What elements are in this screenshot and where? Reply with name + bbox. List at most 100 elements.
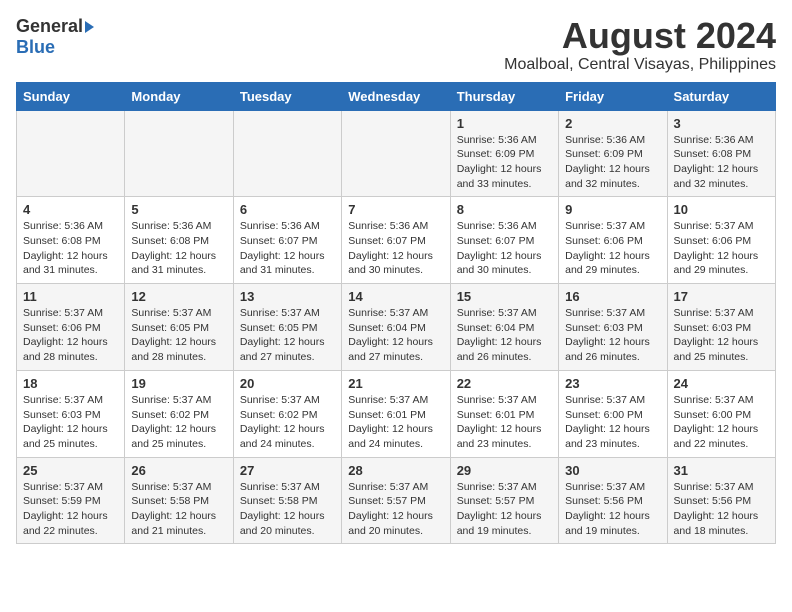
day-number: 30	[565, 463, 660, 478]
day-info-line: Sunrise: 5:37 AM	[348, 306, 443, 321]
day-info-line: and 28 minutes.	[23, 350, 118, 365]
day-info-line: Sunrise: 5:36 AM	[457, 219, 552, 234]
day-info-line: and 32 minutes.	[565, 177, 660, 192]
day-info-line: and 18 minutes.	[674, 524, 769, 539]
day-info-line: and 29 minutes.	[565, 263, 660, 278]
table-row	[17, 110, 125, 197]
day-number: 2	[565, 116, 660, 131]
day-info-line: Daylight: 12 hours	[565, 422, 660, 437]
table-row	[233, 110, 341, 197]
day-info-line: Sunrise: 5:36 AM	[674, 133, 769, 148]
day-info-line: Sunrise: 5:36 AM	[348, 219, 443, 234]
day-info-line: Sunset: 6:08 PM	[674, 147, 769, 162]
day-info-line: Sunset: 6:03 PM	[23, 408, 118, 423]
day-info-line: Sunrise: 5:37 AM	[23, 306, 118, 321]
day-info-line: Sunrise: 5:37 AM	[457, 306, 552, 321]
day-info-line: Sunrise: 5:37 AM	[348, 393, 443, 408]
day-info-line: and 23 minutes.	[457, 437, 552, 452]
day-number: 26	[131, 463, 226, 478]
day-info-line: Sunset: 6:03 PM	[565, 321, 660, 336]
day-info-line: Daylight: 12 hours	[131, 335, 226, 350]
col-sunday: Sunday	[17, 82, 125, 110]
day-info-line: Sunrise: 5:37 AM	[674, 480, 769, 495]
table-row: 21Sunrise: 5:37 AMSunset: 6:01 PMDayligh…	[342, 370, 450, 457]
table-row: 26Sunrise: 5:37 AMSunset: 5:58 PMDayligh…	[125, 457, 233, 544]
day-info-line: Sunrise: 5:37 AM	[240, 306, 335, 321]
day-info-line: Sunset: 6:09 PM	[565, 147, 660, 162]
day-info-line: Sunset: 5:57 PM	[457, 494, 552, 509]
table-row: 17Sunrise: 5:37 AMSunset: 6:03 PMDayligh…	[667, 284, 775, 371]
day-info-line: Daylight: 12 hours	[348, 509, 443, 524]
day-info-line: Sunrise: 5:37 AM	[131, 393, 226, 408]
title-area: August 2024 Moalboal, Central Visayas, P…	[504, 16, 776, 74]
col-friday: Friday	[559, 82, 667, 110]
day-info-line: and 24 minutes.	[240, 437, 335, 452]
day-info-line: Sunrise: 5:36 AM	[565, 133, 660, 148]
day-info-line: Sunset: 5:56 PM	[565, 494, 660, 509]
table-row: 3Sunrise: 5:36 AMSunset: 6:08 PMDaylight…	[667, 110, 775, 197]
day-info-line: Daylight: 12 hours	[565, 335, 660, 350]
day-info-line: Daylight: 12 hours	[457, 509, 552, 524]
day-info-line: and 26 minutes.	[565, 350, 660, 365]
day-info-line: and 29 minutes.	[674, 263, 769, 278]
day-info-line: and 19 minutes.	[565, 524, 660, 539]
day-info-line: and 28 minutes.	[131, 350, 226, 365]
day-info-line: Daylight: 12 hours	[457, 162, 552, 177]
day-info-line: Sunset: 6:03 PM	[674, 321, 769, 336]
day-number: 12	[131, 289, 226, 304]
day-number: 25	[23, 463, 118, 478]
day-number: 28	[348, 463, 443, 478]
day-info-line: Sunrise: 5:37 AM	[131, 480, 226, 495]
day-info-line: Daylight: 12 hours	[674, 162, 769, 177]
day-info-line: Daylight: 12 hours	[23, 335, 118, 350]
day-number: 21	[348, 376, 443, 391]
table-row: 4Sunrise: 5:36 AMSunset: 6:08 PMDaylight…	[17, 197, 125, 284]
day-info-line: Sunset: 5:58 PM	[240, 494, 335, 509]
day-info-line: Daylight: 12 hours	[23, 249, 118, 264]
day-info-line: Sunset: 6:00 PM	[565, 408, 660, 423]
day-info-line: Daylight: 12 hours	[457, 335, 552, 350]
day-info-line: Daylight: 12 hours	[23, 509, 118, 524]
day-info-line: Daylight: 12 hours	[131, 509, 226, 524]
day-info-line: Sunset: 6:06 PM	[674, 234, 769, 249]
day-info-line: Sunrise: 5:37 AM	[565, 219, 660, 234]
table-row: 15Sunrise: 5:37 AMSunset: 6:04 PMDayligh…	[450, 284, 558, 371]
day-info-line: Sunset: 6:04 PM	[348, 321, 443, 336]
table-row: 22Sunrise: 5:37 AMSunset: 6:01 PMDayligh…	[450, 370, 558, 457]
day-info-line: Sunrise: 5:37 AM	[131, 306, 226, 321]
day-number: 15	[457, 289, 552, 304]
table-row: 18Sunrise: 5:37 AMSunset: 6:03 PMDayligh…	[17, 370, 125, 457]
day-info-line: Daylight: 12 hours	[240, 249, 335, 264]
page-subtitle: Moalboal, Central Visayas, Philippines	[504, 56, 776, 74]
day-info-line: and 22 minutes.	[674, 437, 769, 452]
day-info-line: Sunrise: 5:36 AM	[23, 219, 118, 234]
day-info-line: and 25 minutes.	[674, 350, 769, 365]
calendar-week-row: 25Sunrise: 5:37 AMSunset: 5:59 PMDayligh…	[17, 457, 776, 544]
day-info-line: and 27 minutes.	[348, 350, 443, 365]
table-row: 13Sunrise: 5:37 AMSunset: 6:05 PMDayligh…	[233, 284, 341, 371]
day-info-line: Daylight: 12 hours	[240, 509, 335, 524]
day-info-line: Sunset: 6:00 PM	[674, 408, 769, 423]
table-row: 25Sunrise: 5:37 AMSunset: 5:59 PMDayligh…	[17, 457, 125, 544]
day-info-line: and 20 minutes.	[240, 524, 335, 539]
day-info-line: Daylight: 12 hours	[565, 249, 660, 264]
day-info-line: Sunrise: 5:37 AM	[565, 393, 660, 408]
day-info-line: Sunrise: 5:37 AM	[348, 480, 443, 495]
day-number: 18	[23, 376, 118, 391]
day-info-line: Sunrise: 5:37 AM	[23, 480, 118, 495]
day-info-line: and 33 minutes.	[457, 177, 552, 192]
day-info-line: Sunrise: 5:37 AM	[565, 306, 660, 321]
calendar-table: Sunday Monday Tuesday Wednesday Thursday…	[16, 82, 776, 545]
day-number: 9	[565, 202, 660, 217]
day-info-line: Daylight: 12 hours	[23, 422, 118, 437]
day-info-line: and 23 minutes.	[565, 437, 660, 452]
day-info-line: Sunset: 6:02 PM	[131, 408, 226, 423]
day-info-line: and 31 minutes.	[131, 263, 226, 278]
day-info-line: Sunset: 6:05 PM	[240, 321, 335, 336]
day-number: 24	[674, 376, 769, 391]
page-title: August 2024	[504, 16, 776, 56]
day-number: 8	[457, 202, 552, 217]
day-info-line: Sunset: 6:02 PM	[240, 408, 335, 423]
day-info-line: Sunrise: 5:37 AM	[457, 480, 552, 495]
table-row: 12Sunrise: 5:37 AMSunset: 6:05 PMDayligh…	[125, 284, 233, 371]
